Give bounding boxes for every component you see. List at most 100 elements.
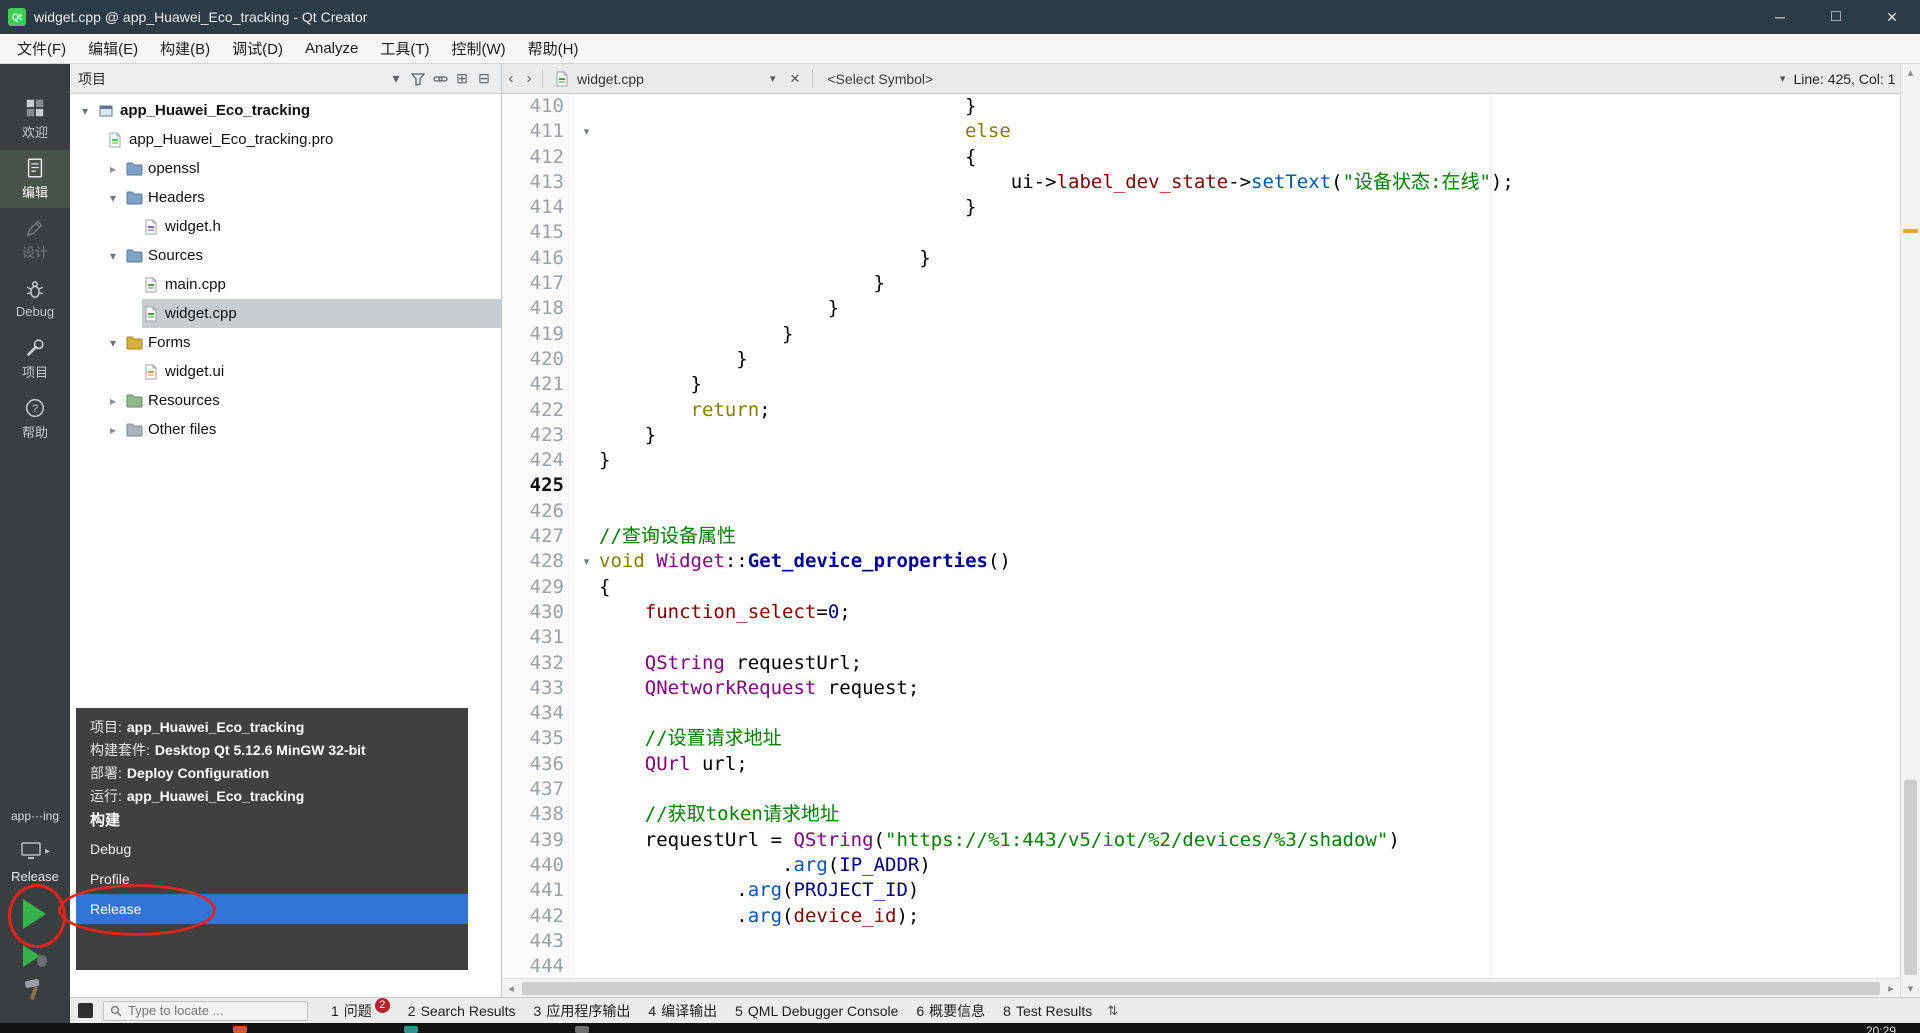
tree-item[interactable]: widget.h bbox=[70, 212, 501, 241]
tree-item[interactable]: Resources bbox=[70, 386, 501, 415]
history-forward-icon[interactable]: › bbox=[520, 70, 538, 87]
tree-item[interactable]: Headers bbox=[70, 183, 501, 212]
qt-creator-window: Qt widget.cpp @ app_Huawei_Eco_tracking … bbox=[0, 0, 1920, 1033]
output-pane-number: 1 bbox=[331, 1003, 339, 1019]
build-option-release[interactable]: Release bbox=[76, 894, 468, 924]
fold-column bbox=[574, 296, 599, 321]
code-text: ui->label_dev_state->setText("设备状态:在线"); bbox=[599, 170, 1900, 195]
output-pane-button[interactable]: 5QML Debugger Console bbox=[726, 998, 907, 1023]
fold-column bbox=[574, 625, 599, 650]
taskbar-app-icon[interactable] bbox=[575, 1026, 589, 1033]
fold-marker-icon[interactable] bbox=[574, 119, 599, 144]
menu-item[interactable]: 构建(B) bbox=[149, 34, 221, 64]
tree-item[interactable]: Other files bbox=[70, 415, 501, 444]
scroll-up-icon[interactable]: ▴ bbox=[1901, 66, 1920, 79]
output-pane-button[interactable]: 2Search Results bbox=[399, 998, 525, 1023]
code-text: } bbox=[599, 195, 1900, 220]
menu-item[interactable]: 帮助(H) bbox=[517, 34, 590, 64]
output-pane-button[interactable]: 6概要信息 bbox=[907, 998, 994, 1023]
tree-item[interactable]: openssl bbox=[70, 154, 501, 183]
chevron-right-icon[interactable] bbox=[106, 394, 120, 408]
tree-item-content: widget.cpp bbox=[142, 299, 501, 328]
taskbar-app-icon[interactable] bbox=[233, 1026, 247, 1033]
close-pane-icon[interactable]: ⊟ bbox=[473, 68, 495, 90]
debug-run-button[interactable] bbox=[17, 940, 51, 972]
tree-item[interactable]: Forms bbox=[70, 328, 501, 357]
minimize-button[interactable] bbox=[1752, 0, 1808, 34]
code-text: //获取token请求地址 bbox=[599, 802, 1900, 827]
menu-item[interactable]: 控制(W) bbox=[441, 34, 517, 64]
output-pane-button[interactable]: 3应用程序输出 bbox=[525, 998, 640, 1023]
sync-with-editor-icon[interactable] bbox=[429, 68, 451, 90]
vertical-scrollbar[interactable]: ▴ ▾ bbox=[1900, 64, 1920, 997]
scroll-right-icon[interactable]: ▸ bbox=[1882, 982, 1900, 995]
code-editor[interactable]: 410 }411 else412 {413 ui->label_dev_stat… bbox=[502, 94, 1900, 978]
build-option-debug[interactable]: Debug bbox=[76, 834, 468, 864]
code-text bbox=[599, 499, 1900, 524]
line-number: 425 bbox=[502, 473, 574, 498]
tree-item[interactable]: main.cpp bbox=[70, 270, 501, 299]
chevron-down-icon[interactable] bbox=[106, 249, 120, 263]
menu-item[interactable]: Analyze bbox=[294, 34, 369, 64]
horizontal-scroll-thumb[interactable] bbox=[522, 982, 1880, 995]
project-icon bbox=[97, 102, 115, 120]
menu-item[interactable]: 文件(F) bbox=[6, 34, 77, 64]
chevron-right-icon[interactable] bbox=[106, 423, 120, 437]
close-document-icon[interactable]: ✕ bbox=[781, 71, 808, 87]
windows-taskbar: 20:29 bbox=[0, 1023, 1920, 1033]
fold-marker-icon[interactable] bbox=[574, 549, 599, 574]
build-option-profile[interactable]: Profile bbox=[76, 864, 468, 894]
fold-column bbox=[574, 651, 599, 676]
build-hammer-button[interactable] bbox=[19, 975, 49, 1005]
locator-field[interactable] bbox=[103, 1001, 308, 1021]
menu-item[interactable]: 工具(T) bbox=[369, 34, 440, 64]
open-document-selector[interactable]: widget.cpp ▾ bbox=[547, 70, 781, 88]
tree-item-label: Headers bbox=[148, 189, 205, 206]
line-number: 438 bbox=[502, 802, 574, 827]
scroll-left-icon[interactable]: ◂ bbox=[502, 982, 520, 995]
menu-item[interactable]: 编辑(E) bbox=[77, 34, 149, 64]
symbol-selector[interactable]: <Select Symbol> bbox=[817, 71, 943, 87]
code-text: } bbox=[599, 296, 1900, 321]
output-pane-button[interactable]: 1问题2 bbox=[322, 998, 399, 1023]
line-number: 429 bbox=[502, 575, 574, 600]
output-pane-toggle-icon[interactable] bbox=[78, 1003, 93, 1018]
code-line: 434 bbox=[502, 701, 1900, 726]
fold-column bbox=[574, 347, 599, 372]
close-button[interactable] bbox=[1864, 0, 1920, 34]
line-number: 428 bbox=[502, 549, 574, 574]
run-button[interactable] bbox=[14, 892, 54, 936]
chevron-down-icon[interactable] bbox=[106, 191, 120, 205]
locator-input[interactable] bbox=[126, 1002, 290, 1019]
split-pane-icon[interactable]: ⊞ bbox=[451, 68, 473, 90]
code-line: 417 } bbox=[502, 271, 1900, 296]
horizontal-scrollbar[interactable]: ◂ ▸ bbox=[502, 978, 1900, 997]
tree-item[interactable]: Sources bbox=[70, 241, 501, 270]
output-pane-button[interactable]: 8Test Results bbox=[994, 998, 1101, 1023]
chevron-right-icon[interactable] bbox=[106, 162, 120, 176]
line-number: 424 bbox=[502, 448, 574, 473]
code-text: } bbox=[599, 448, 1900, 473]
menu-item[interactable]: 调试(D) bbox=[221, 34, 294, 64]
code-line: 429{ bbox=[502, 575, 1900, 600]
chevron-down-icon[interactable] bbox=[78, 104, 92, 118]
fold-column bbox=[574, 904, 599, 929]
tree-item[interactable]: widget.cpp bbox=[70, 299, 501, 328]
output-pane-arrows-icon[interactable]: ⇅ bbox=[1107, 1003, 1118, 1019]
code-text: } bbox=[599, 372, 1900, 397]
tree-item[interactable]: widget.ui bbox=[70, 357, 501, 386]
scroll-down-icon[interactable]: ▾ bbox=[1901, 982, 1920, 995]
maximize-button[interactable] bbox=[1808, 0, 1864, 34]
pane-select-dropdown-icon[interactable] bbox=[385, 68, 407, 90]
output-pane-button[interactable]: 4编译输出 bbox=[639, 998, 726, 1023]
vertical-scroll-thumb[interactable] bbox=[1904, 780, 1917, 975]
filter-icon[interactable] bbox=[407, 68, 429, 90]
chevron-down-icon[interactable] bbox=[106, 336, 120, 350]
history-back-icon[interactable]: ‹ bbox=[502, 70, 520, 87]
chevron-down-icon[interactable]: ▾ bbox=[1780, 72, 1786, 85]
tree-item[interactable]: app_Huawei_Eco_tracking.pro bbox=[70, 125, 501, 154]
tree-item[interactable]: app_Huawei_Eco_tracking bbox=[70, 96, 501, 125]
taskbar-app-icon[interactable] bbox=[404, 1026, 418, 1033]
build-info-label: 部署: bbox=[90, 765, 122, 781]
kit-selector-button[interactable]: ▸ bbox=[0, 835, 70, 867]
